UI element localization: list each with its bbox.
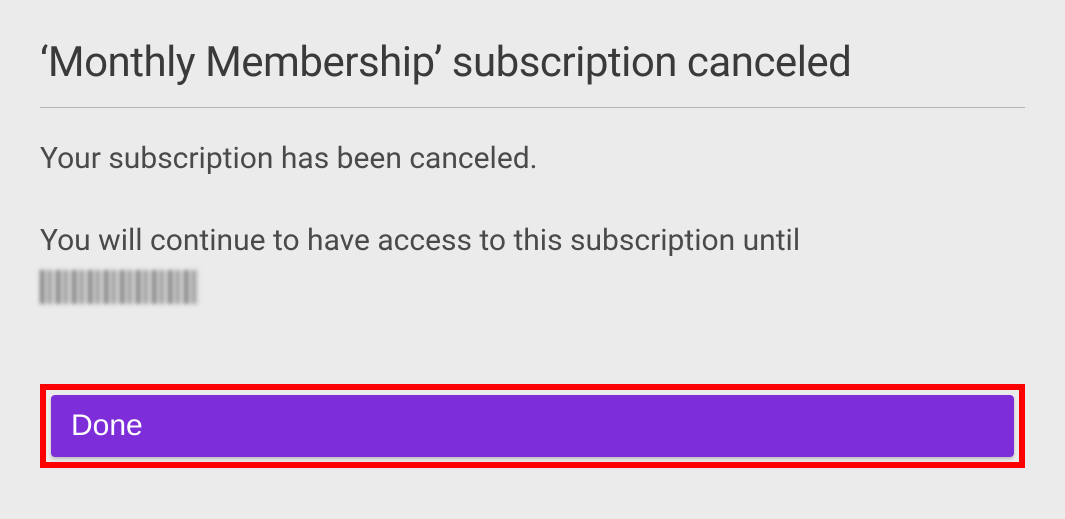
- expiry-date-redacted: [40, 270, 200, 304]
- done-button[interactable]: Done: [51, 395, 1014, 457]
- divider: [40, 107, 1025, 108]
- dialog-title: ‘Monthly Membership’ subscription cancel…: [40, 38, 1025, 87]
- access-message: You will continue to have access to this…: [40, 220, 1025, 262]
- highlight-annotation: Done: [40, 384, 1025, 468]
- confirmation-message: Your subscription has been canceled.: [40, 138, 1025, 180]
